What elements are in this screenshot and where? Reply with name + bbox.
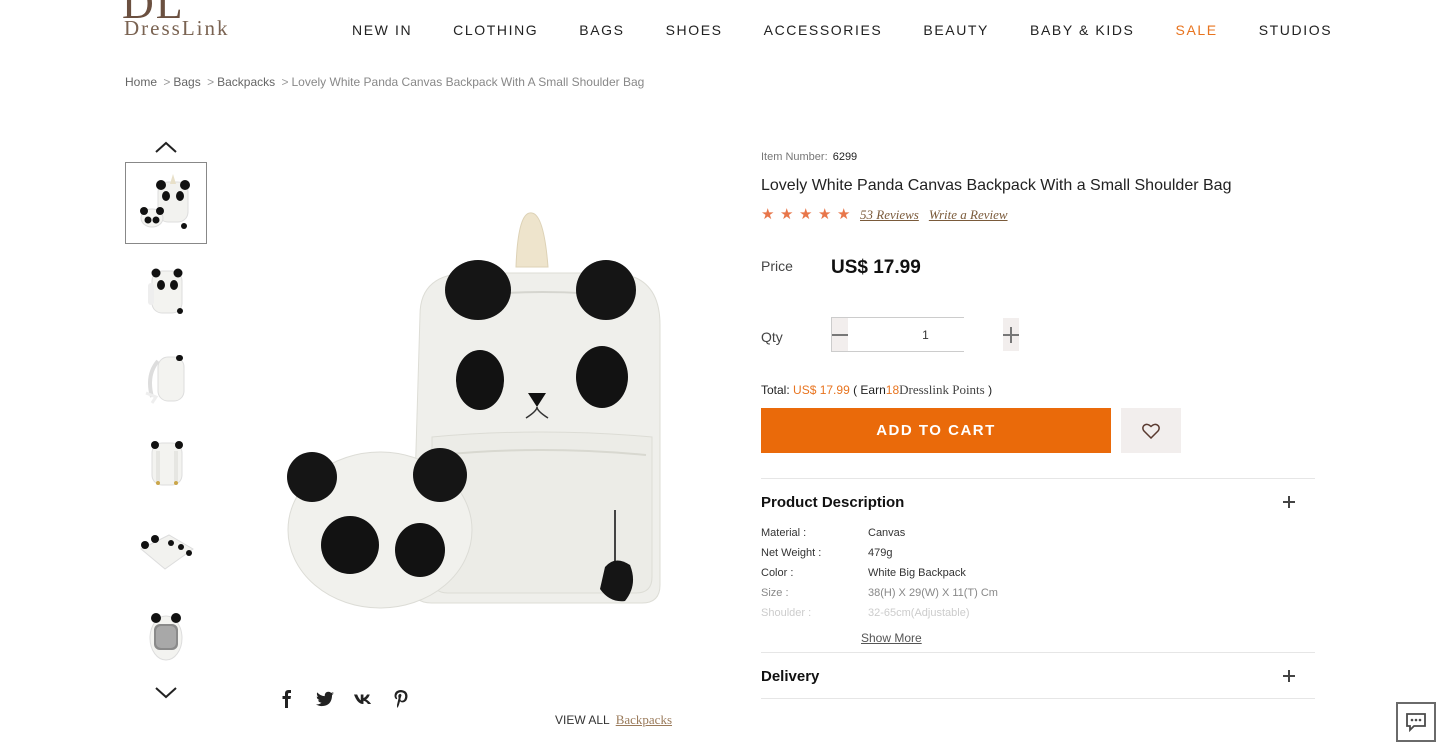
breadcrumb: Home > Bags > Backpacks > Lovely White Pand… — [125, 75, 644, 89]
thumb-image — [148, 268, 183, 314]
thumb-down-arrow-icon[interactable] — [154, 686, 178, 700]
spec-row: Net Weight : 479g — [761, 547, 892, 559]
nav-new-in[interactable]: NEW IN — [352, 22, 412, 38]
star-icon: ★ — [780, 206, 794, 223]
qty-decrease-button[interactable] — [832, 318, 848, 351]
nav-beauty[interactable]: BEAUTY — [923, 22, 989, 38]
breadcrumb-separator: > — [281, 75, 289, 89]
nav-clothing[interactable]: CLOTHING — [453, 22, 538, 38]
social-share — [278, 690, 410, 708]
write-review-link[interactable]: Write a Review — [929, 207, 1008, 223]
total-label: Total: — [761, 383, 790, 397]
plus-icon[interactable] — [1282, 495, 1296, 509]
thumb-image — [149, 613, 183, 661]
divider — [761, 652, 1315, 653]
spec-row: Color : White Big Backpack — [761, 567, 966, 579]
spec-label: Shoulder : — [761, 607, 812, 619]
spec-label: Material : — [761, 527, 807, 539]
price-label: Price — [761, 258, 793, 274]
price-value: US$ 17.99 — [831, 257, 921, 278]
breadcrumb-separator: > — [163, 75, 171, 89]
chat-button[interactable] — [1396, 702, 1436, 742]
spec-value: Canvas — [868, 527, 906, 539]
product-description-title[interactable]: Product Description — [761, 494, 904, 511]
view-all: VIEW ALL Backpacks — [555, 712, 672, 728]
item-number: Item Number: 6299 — [761, 151, 857, 163]
thumb-image — [145, 355, 185, 404]
reviews-link[interactable]: 53 Reviews — [860, 207, 919, 223]
view-all-label: VIEW ALL — [555, 713, 610, 727]
divider — [761, 698, 1315, 699]
main-product-image[interactable] — [280, 205, 670, 615]
thumb-6[interactable] — [125, 594, 207, 676]
main-nav: NEW IN CLOTHING BAGS SHOES ACCESSORIES B… — [352, 22, 1373, 38]
nav-baby-kids[interactable]: BABY & KIDS — [1030, 22, 1135, 38]
twitter-icon[interactable] — [316, 690, 334, 708]
view-all-link[interactable]: Backpacks — [616, 712, 672, 727]
nav-studios[interactable]: STUDIOS — [1259, 22, 1332, 38]
thumb-3[interactable] — [125, 335, 207, 417]
plus-icon[interactable] — [1282, 669, 1296, 683]
breadcrumb-bags[interactable]: Bags — [173, 75, 200, 89]
quantity-stepper — [831, 317, 1019, 352]
spec-value: 479g — [868, 547, 893, 559]
spec-row: Size : 38(H) X 29(W) X 11(T) Cm — [761, 587, 998, 599]
total: Total: US$ 17.99 ( Earn18Dresslink Point… — [761, 382, 992, 398]
show-more-link[interactable]: Show More — [861, 631, 922, 645]
points-brand: Dresslink Points — [899, 382, 985, 397]
breadcrumb-home[interactable]: Home — [125, 75, 157, 89]
star-icon: ★ — [799, 206, 813, 223]
wishlist-button[interactable] — [1121, 408, 1181, 453]
breadcrumb-backpacks[interactable]: Backpacks — [217, 75, 275, 89]
thumb-2[interactable] — [125, 249, 207, 331]
breadcrumb-current: Lovely White Panda Canvas Backpack With … — [291, 75, 645, 89]
points-number: 18 — [885, 383, 900, 397]
thumb-image — [151, 441, 183, 486]
nav-sale[interactable]: SALE — [1176, 22, 1218, 38]
nav-bags[interactable]: BAGS — [579, 22, 624, 38]
qty-increase-button[interactable] — [1003, 318, 1019, 351]
vk-icon[interactable] — [354, 690, 372, 708]
rating: ★ ★ ★ ★ ★ 53 Reviews Write a Review — [761, 207, 1008, 223]
nav-shoes[interactable]: SHOES — [666, 22, 723, 38]
divider — [761, 478, 1315, 479]
pinterest-icon[interactable] — [392, 690, 410, 708]
logo-text: DressLink — [124, 16, 230, 40]
qty-label: Qty — [761, 329, 783, 345]
spec-value: 38(H) X 29(W) X 11(T) Cm — [868, 587, 998, 599]
spec-value: White Big Backpack — [868, 567, 966, 579]
add-to-cart-button[interactable]: ADD TO CART — [761, 408, 1111, 453]
earn-suffix: ) — [988, 383, 993, 397]
spec-label: Color : — [761, 567, 794, 579]
chat-icon — [1406, 713, 1426, 732]
spec-row: Shoulder : 32-65cm(Adjustable) — [761, 607, 970, 619]
total-amount: US$ 17.99 — [793, 383, 850, 397]
thumb-4[interactable] — [125, 421, 207, 503]
thumb-1[interactable] — [125, 162, 207, 244]
facebook-icon[interactable] — [278, 690, 296, 708]
logo[interactable]: DL DressLink — [122, 0, 252, 42]
plus-icon — [1003, 326, 1019, 343]
thumb-image — [140, 534, 194, 570]
spec-value: 32-65cm(Adjustable) — [868, 607, 970, 619]
breadcrumb-separator: > — [207, 75, 215, 89]
delivery-title[interactable]: Delivery — [761, 668, 819, 685]
heart-icon — [1142, 423, 1160, 439]
star-icon: ★ — [761, 206, 775, 223]
spec-label: Size : — [761, 587, 789, 599]
thumb-image — [140, 174, 190, 229]
star-icon: ★ — [818, 206, 832, 223]
product-title: Lovely White Panda Canvas Backpack With … — [761, 177, 1232, 194]
spec-label: Net Weight : — [761, 547, 822, 559]
thumb-up-arrow-icon[interactable] — [154, 140, 178, 154]
star-icon: ★ — [837, 206, 851, 223]
item-number-value: 6299 — [832, 151, 858, 163]
qty-input[interactable] — [848, 318, 1003, 351]
spec-row: Material : Canvas — [761, 527, 905, 539]
nav-accessories[interactable]: ACCESSORIES — [764, 22, 883, 38]
earn-prefix: ( Earn — [853, 383, 886, 397]
item-number-label: Item Number: — [761, 151, 828, 163]
minus-icon — [832, 333, 848, 336]
thumb-5[interactable] — [125, 508, 207, 590]
